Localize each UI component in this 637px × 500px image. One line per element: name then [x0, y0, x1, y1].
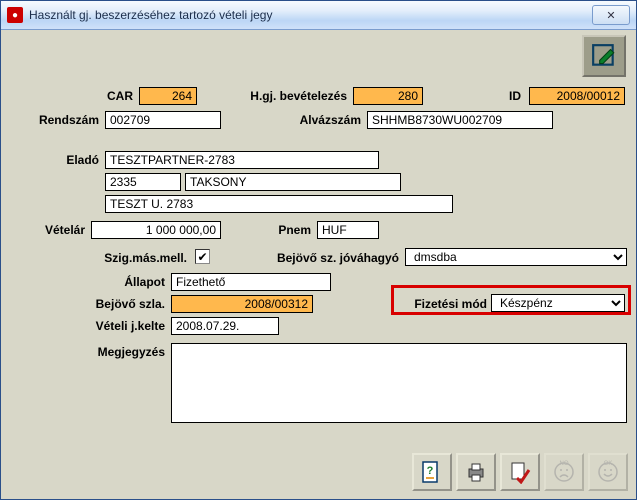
- svg-text:NO: NO: [560, 461, 569, 467]
- edit-button[interactable]: [582, 35, 626, 77]
- check-document-icon: [508, 460, 532, 484]
- help-button[interactable]: ?: [412, 453, 452, 491]
- svg-text:OK: OK: [604, 461, 613, 467]
- titlebar: ● Használt gj. beszerzéséhez tartozó vét…: [1, 1, 636, 30]
- label-alvazszam: Alvázszám: [283, 113, 361, 127]
- window-title: Használt gj. beszerzéséhez tartozó vétel…: [29, 8, 272, 22]
- field-rendszam[interactable]: [105, 111, 221, 129]
- print-button[interactable]: [456, 453, 496, 491]
- label-id: ID: [477, 89, 521, 103]
- label-car: CAR: [5, 89, 133, 103]
- label-fiz-mod: Fizetési mód: [395, 297, 487, 311]
- bottom-toolbar: ?: [412, 453, 628, 491]
- field-veteli-kelte[interactable]: [171, 317, 279, 335]
- field-elado-varos[interactable]: [185, 173, 401, 191]
- field-allapot: [171, 273, 331, 291]
- label-szig: Szig.más.mell.: [77, 251, 187, 265]
- field-elado-irsz[interactable]: [105, 173, 181, 191]
- label-bevetelezes: H.gj. bevételezés: [235, 89, 347, 103]
- checkbox-szig[interactable]: ✔: [195, 249, 210, 264]
- field-alvazszam[interactable]: [367, 111, 553, 129]
- title-left: ● Használt gj. beszerzéséhez tartozó vét…: [1, 7, 272, 23]
- dialog-window: ● Használt gj. beszerzéséhez tartozó vét…: [0, 0, 637, 500]
- happy-face-icon: OK: [596, 460, 620, 484]
- label-veteli-kelte: Vételi j.kelte: [65, 319, 165, 333]
- no-button: NO: [544, 453, 584, 491]
- field-bejovo-szla: 2008/00312: [171, 295, 313, 313]
- sad-face-icon: NO: [552, 460, 576, 484]
- select-fiz-mod[interactable]: Készpénz: [491, 294, 625, 312]
- field-bevetelezes: 280: [353, 87, 423, 105]
- field-elado-nev[interactable]: [105, 151, 379, 169]
- edit-icon: [591, 43, 617, 69]
- textarea-megjegyzes[interactable]: [171, 343, 627, 423]
- label-vetelar: Vételár: [5, 223, 85, 237]
- field-id: 2008/00012: [529, 87, 625, 105]
- label-elado: Eladó: [5, 153, 99, 167]
- label-jovahagyo: Bejövő sz. jóváhagyó: [239, 251, 399, 265]
- field-elado-utca[interactable]: [105, 195, 453, 213]
- ok-button: OK: [588, 453, 628, 491]
- field-car: 264: [139, 87, 197, 105]
- printer-icon: [464, 460, 488, 484]
- content-area: CAR 264 H.gj. bevételezés 280 ID 2008/00…: [5, 31, 632, 495]
- check-icon: ✔: [197, 250, 207, 264]
- label-pnem: Pnem: [261, 223, 311, 237]
- label-bejovo-szla: Bejövő szla.: [65, 297, 165, 311]
- app-icon: ●: [7, 7, 23, 23]
- field-vetelar[interactable]: [91, 221, 221, 239]
- close-button[interactable]: ✕: [592, 5, 630, 25]
- select-jovahagyo[interactable]: dmsdba: [405, 248, 627, 266]
- close-icon: ✕: [606, 9, 615, 22]
- verify-button[interactable]: [500, 453, 540, 491]
- label-megjegyzes: Megjegyzés: [55, 345, 165, 359]
- svg-text:?: ?: [427, 465, 434, 477]
- label-rendszam: Rendszám: [5, 113, 99, 127]
- label-allapot: Állapot: [95, 275, 165, 289]
- field-pnem[interactable]: [317, 221, 379, 239]
- help-document-icon: ?: [420, 460, 444, 484]
